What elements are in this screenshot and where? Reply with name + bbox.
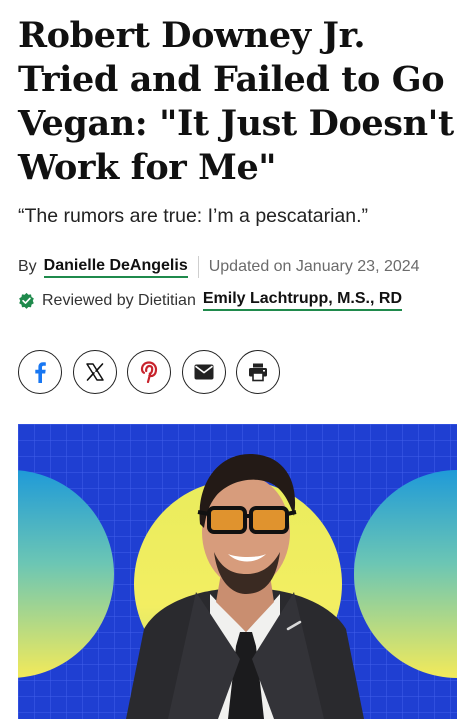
review-prefix: Reviewed by Dietitian <box>42 291 196 309</box>
reviewer-link[interactable]: Emily Lachtrupp, M.S., RD <box>202 290 402 311</box>
pinterest-icon <box>140 361 158 383</box>
share-pinterest-button[interactable] <box>127 350 171 394</box>
check-badge-icon <box>19 292 34 309</box>
updated-date: Updated on January 23, 2024 <box>208 258 420 275</box>
author-link[interactable]: Danielle DeAngelis <box>43 257 188 278</box>
share-bar <box>18 350 291 394</box>
byline-prefix: By <box>18 258 37 275</box>
hero-image <box>18 424 457 719</box>
facebook-icon <box>35 362 46 383</box>
article-dek: “The rumors are true: I’m a pescatarian.… <box>18 205 369 227</box>
print-icon <box>249 363 267 382</box>
byline-divider <box>197 256 199 278</box>
x-icon <box>85 363 104 381</box>
share-x-button[interactable] <box>72 350 117 394</box>
print-button[interactable] <box>236 350 280 394</box>
email-icon <box>194 364 213 380</box>
share-facebook-button[interactable] <box>18 350 62 394</box>
review-line: Reviewed by Dietitian Emily Lachtrupp, M… <box>18 290 468 311</box>
byline: By Danielle DeAngelis Updated on January… <box>18 256 468 278</box>
article-headline: Robert Downey Jr. Tried and Failed to Go… <box>18 15 454 188</box>
share-email-button[interactable] <box>181 350 226 394</box>
